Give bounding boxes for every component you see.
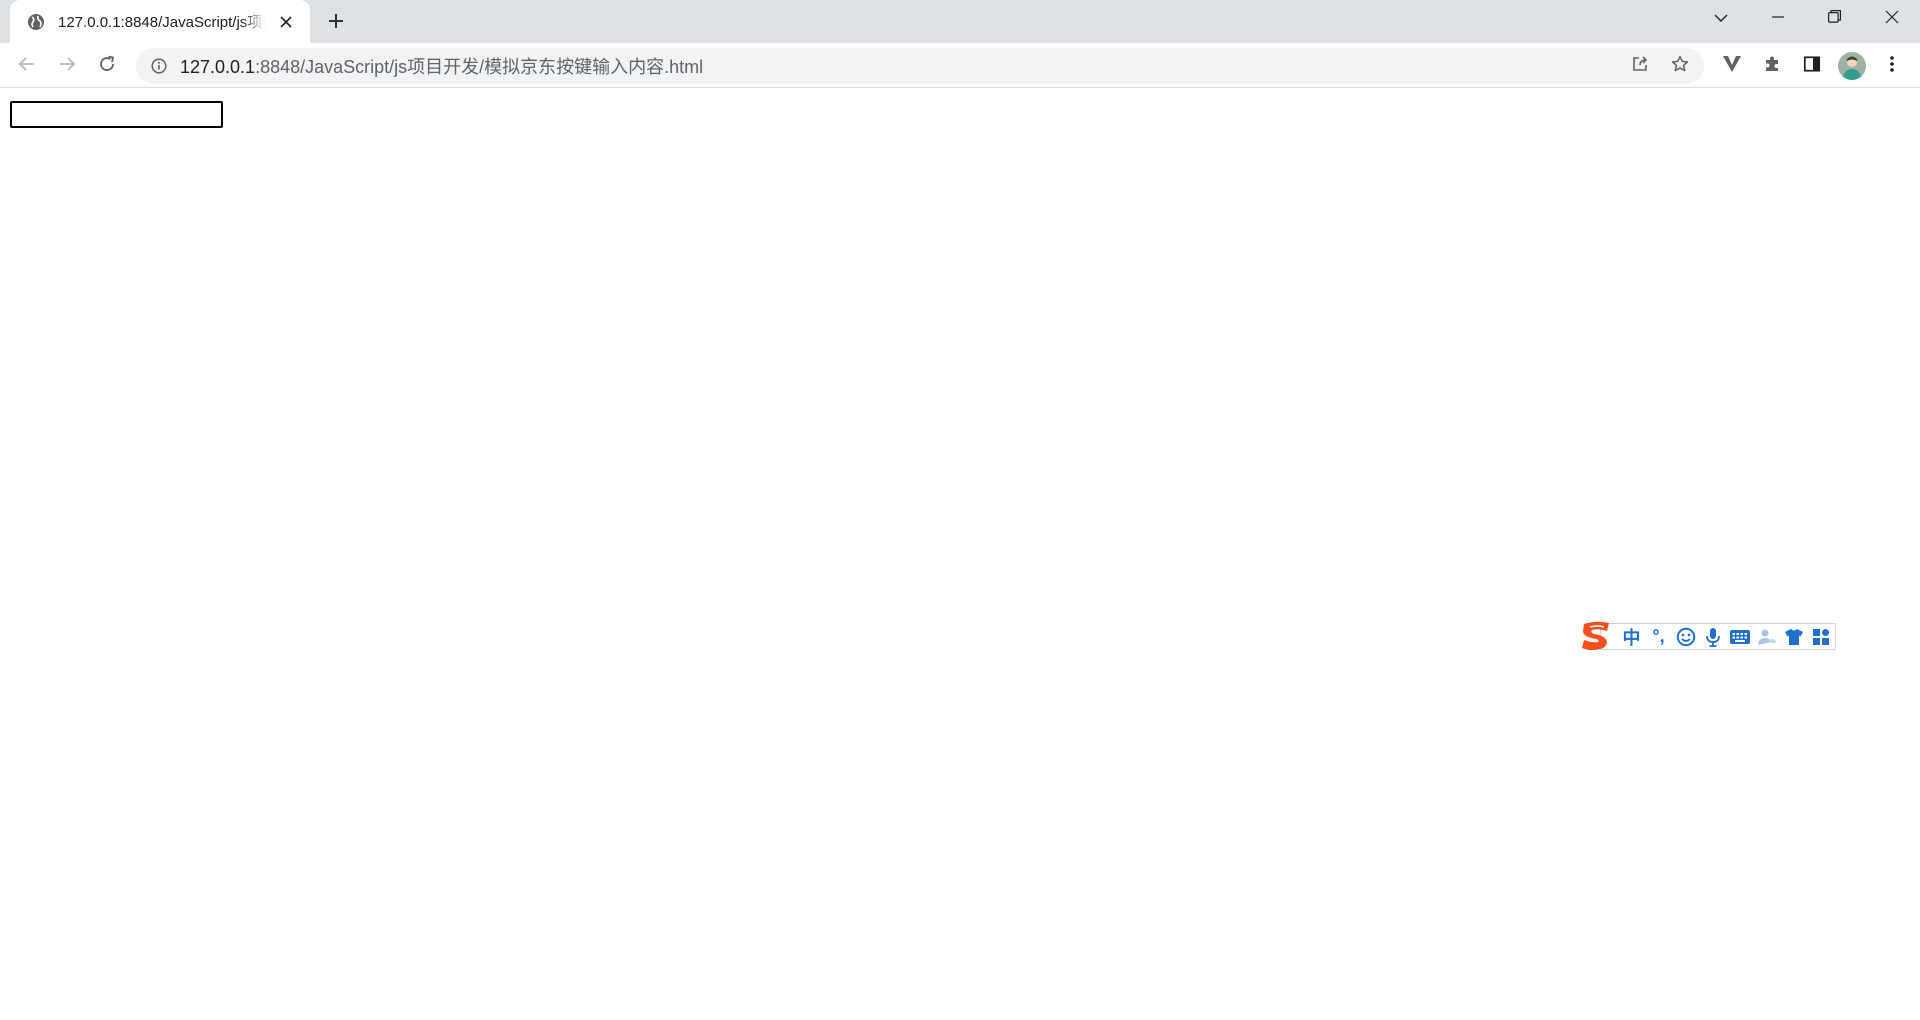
back-button[interactable] [11,50,43,82]
emoji-icon[interactable] [1672,624,1699,649]
ime-punctuation-toggle[interactable]: °, [1645,624,1672,649]
share-button[interactable] [1626,52,1654,80]
ime-mode-toggle[interactable]: 中 [1618,624,1645,649]
extensions-button[interactable] [1758,52,1786,80]
close-window-button[interactable] [1863,0,1920,38]
page-content [0,89,1920,1020]
user-icon[interactable] [1753,624,1780,649]
url-text[interactable]: 127.0.0.1:8848/JavaScript/js项目开发/模拟京东按键输… [180,53,703,79]
browser-tab[interactable]: 127.0.0.1:8848/JavaScript/js项目开发/模拟京东按键输… [10,0,310,43]
v-extension-button[interactable] [1718,52,1746,80]
skin-icon[interactable] [1780,624,1807,649]
restore-icon [1828,10,1841,28]
ime-items: 中 °, [1618,624,1834,649]
address-bar[interactable]: 127.0.0.1:8848/JavaScript/js项目开发/模拟京东按键输… [136,48,1704,84]
browser-toolbar: 127.0.0.1:8848/JavaScript/js项目开发/模拟京东按键输… [0,43,1920,88]
bookmark-button[interactable] [1666,52,1694,80]
minimize-button[interactable] [1749,0,1806,38]
menu-button[interactable] [1878,52,1906,80]
search-input[interactable] [10,101,223,128]
tab-strip: 127.0.0.1:8848/JavaScript/js项目开发/模拟京东按键输… [0,0,1920,43]
microphone-icon[interactable] [1699,624,1726,649]
reload-button[interactable] [91,50,123,82]
ime-toolbar[interactable]: 中 °, [1578,618,1836,653]
plus-icon [328,13,344,34]
restore-button[interactable] [1806,0,1863,38]
keyboard-icon[interactable] [1726,624,1753,649]
window-controls [1692,0,1920,38]
side-panel-button[interactable] [1798,52,1826,80]
minimize-icon [1771,10,1784,28]
side-panel-icon [1803,55,1821,78]
kebab-menu-icon [1889,55,1895,78]
v-extension-icon [1722,55,1742,78]
reload-icon [98,55,116,78]
arrow-right-icon [58,55,76,78]
sogou-logo-icon[interactable] [1578,618,1614,654]
new-tab-button[interactable] [322,9,350,37]
puzzle-icon [1763,55,1781,78]
share-icon [1631,55,1649,78]
arrow-left-icon [18,55,36,78]
toolbox-icon[interactable] [1807,624,1834,649]
tab-search-button[interactable] [1692,0,1749,38]
globe-icon [26,12,46,32]
close-icon[interactable] [274,10,298,34]
info-icon[interactable] [150,57,168,75]
tab-title: 127.0.0.1:8848/JavaScript/js项目开发/模拟京东按键输… [58,14,266,31]
close-icon [1885,10,1899,29]
chevron-down-icon [1714,10,1728,28]
url-path: :8848/JavaScript/js项目开发/模拟京东按键输入内容.html [255,57,704,77]
url-host: 127.0.0.1 [180,57,256,77]
avatar[interactable] [1838,52,1866,80]
star-icon [1671,55,1689,78]
forward-button[interactable] [51,50,83,82]
